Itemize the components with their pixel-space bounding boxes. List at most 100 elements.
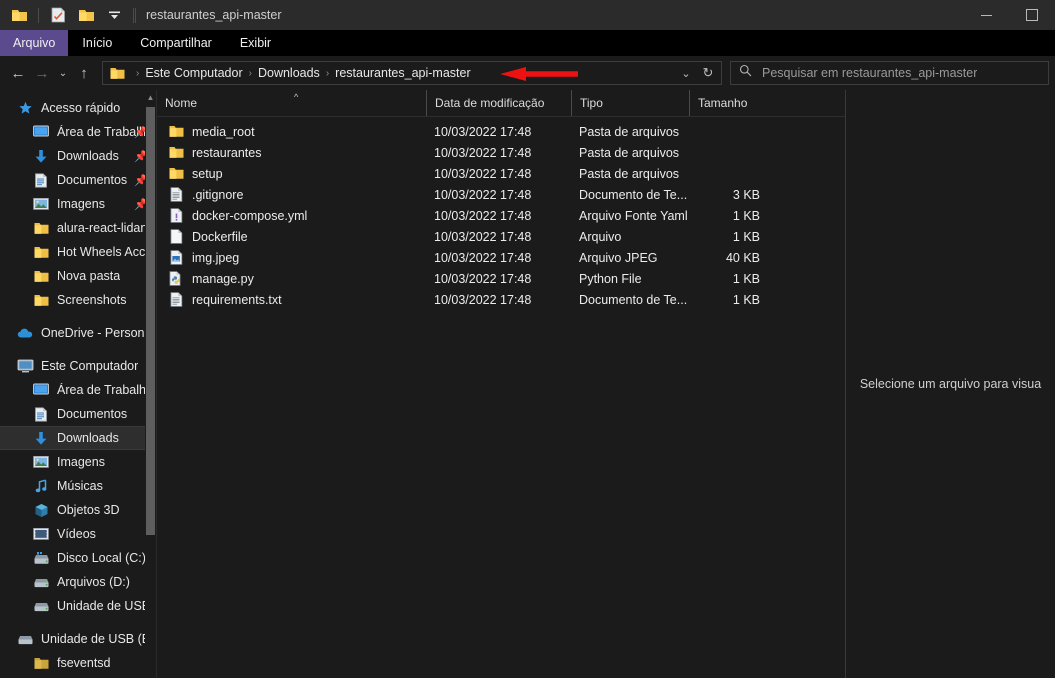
textfile-icon [168, 292, 184, 308]
table-row[interactable]: restaurantes 10/03/2022 17:48 Pasta de a… [157, 142, 845, 163]
objects3d-icon [32, 502, 50, 518]
sidebar-item-nova-pasta[interactable]: Nova pasta [0, 264, 156, 288]
table-row[interactable]: manage.py 10/03/2022 17:48 Python File 1… [157, 268, 845, 289]
file-name-cell[interactable]: media_root [157, 124, 426, 140]
column-header-row: Nome ^ Data de modificação Tipo Tamanho [157, 90, 845, 117]
breadcrumb[interactable]: › Este Computador › Downloads › restaura… [102, 61, 722, 85]
sidebar-item-pc-area-de-trabalho[interactable]: Área de Trabalho [0, 378, 156, 402]
breadcrumb-separator[interactable]: › [323, 68, 332, 79]
file-name-cell[interactable]: setup [157, 166, 426, 182]
forward-button[interactable]: → [30, 60, 54, 86]
tab-exibir[interactable]: Exibir [226, 30, 285, 56]
desktop-icon [32, 382, 50, 398]
file-size: 40 KB [725, 250, 760, 265]
textfile-icon [168, 187, 184, 203]
sidebar-item-disco-local-c[interactable]: Disco Local (C:) [0, 546, 156, 570]
sidebar-label: Área de Trabalho [57, 383, 153, 397]
table-row[interactable]: .gitignore 10/03/2022 17:48 Documento de… [157, 184, 845, 205]
table-row[interactable]: setup 10/03/2022 17:48 Pasta de arquivos [157, 163, 845, 184]
file-name-cell[interactable]: img.jpeg [157, 250, 426, 266]
pictures-icon [32, 196, 50, 212]
sidebar-item-screenshots[interactable]: Screenshots [0, 288, 156, 312]
refresh-icon[interactable]: ↻ [697, 65, 719, 81]
chevron-down-icon[interactable] [101, 2, 127, 28]
sidebar-item-pc-imagens[interactable]: Imagens [0, 450, 156, 474]
sidebar-item-pc-videos[interactable]: Vídeos [0, 522, 156, 546]
sidebar-item-pc-downloads[interactable]: Downloads [0, 426, 156, 450]
file-name-cell[interactable]: .gitignore [157, 187, 426, 203]
download-icon [32, 430, 50, 446]
up-button[interactable]: ↑ [72, 60, 96, 86]
table-row[interactable]: img.jpeg 10/03/2022 17:48 Arquivo JPEG 4… [157, 247, 845, 268]
file-name-cell[interactable]: requirements.txt [157, 292, 426, 308]
breadcrumb-separator[interactable]: › [246, 68, 255, 79]
folder-icon[interactable] [73, 2, 99, 28]
table-row[interactable]: media_root 10/03/2022 17:48 Pasta de arq… [157, 121, 845, 142]
sidebar-section-este-computador[interactable]: Este Computador [0, 354, 156, 378]
file-name-cell[interactable]: Dockerfile [157, 229, 426, 245]
table-row[interactable]: docker-compose.yml 10/03/2022 17:48 Arqu… [157, 205, 845, 226]
tab-inicio[interactable]: Início [68, 30, 126, 56]
tab-compartilhar[interactable]: Compartilhar [126, 30, 226, 56]
sidebar-label: Imagens [57, 197, 105, 211]
sidebar-label: Unidade de USB (E:) [57, 599, 156, 613]
sidebar-section-onedrive[interactable]: OneDrive - Personal [0, 321, 156, 345]
videos-icon [32, 526, 50, 542]
file-name-cell[interactable]: manage.py [157, 271, 426, 287]
file-date: 10/03/2022 17:48 [434, 292, 532, 307]
sidebar-item-pc-objetos-3d[interactable]: Objetos 3D [0, 498, 156, 522]
sidebar-item-hot-wheels[interactable]: Hot Wheels AcceleR [0, 240, 156, 264]
breadcrumb-dropdown-icon[interactable]: ⌄ [675, 67, 697, 80]
file-rows: media_root 10/03/2022 17:48 Pasta de arq… [157, 117, 845, 678]
column-header-tipo[interactable]: Tipo [571, 90, 689, 116]
table-row[interactable]: requirements.txt 10/03/2022 17:48 Docume… [157, 289, 845, 310]
breadcrumb-item-computer[interactable]: Este Computador [142, 66, 245, 80]
documents-icon [32, 406, 50, 422]
sidebar-item-alura-react[interactable]: alura-react-lidando- [0, 216, 156, 240]
sidebar-section-quick-access[interactable]: Acesso rápido [0, 96, 156, 120]
sidebar-label: Downloads [57, 431, 119, 445]
tab-arquivo[interactable]: Arquivo [0, 30, 69, 56]
desktop-icon [32, 124, 50, 140]
search-input[interactable]: Pesquisar em restaurantes_api-master [730, 61, 1049, 85]
checklist-icon[interactable] [45, 2, 71, 28]
python-icon [168, 271, 184, 287]
file-name: .gitignore [192, 187, 244, 202]
column-header-tamanho[interactable]: Tamanho [689, 90, 769, 116]
sidebar-item-documentos[interactable]: Documentos 📌 [0, 168, 156, 192]
sidebar-label: Disco Local (C:) [57, 551, 146, 565]
sidebar-item-fseventsd[interactable]: fseventsd [0, 651, 156, 675]
sidebar-item-area-de-trabalho[interactable]: Área de Trabalho 📌 [0, 120, 156, 144]
minimize-button[interactable] [963, 0, 1009, 30]
folder-icon[interactable] [6, 2, 32, 28]
sidebar-item-unidade-usb-e[interactable]: Unidade de USB (E:) [0, 594, 156, 618]
maximize-button[interactable] [1009, 0, 1055, 30]
back-button[interactable]: ← [6, 60, 30, 86]
sidebar-item-arquivos-d[interactable]: Arquivos (D:) [0, 570, 156, 594]
sidebar-item-imagens[interactable]: Imagens 📌 [0, 192, 156, 216]
pictures-icon [32, 454, 50, 470]
sidebar-section-unidade-usb[interactable]: Unidade de USB (E:) [0, 627, 156, 651]
sidebar-item-pc-musicas[interactable]: Músicas [0, 474, 156, 498]
file-type: Arquivo Fonte Yaml [579, 208, 688, 223]
breadcrumb-item-current[interactable]: restaurantes_api-master [332, 66, 473, 80]
sidebar-label: Nova pasta [57, 269, 121, 283]
recent-locations-button[interactable]: ⌄ [54, 60, 72, 86]
table-row[interactable]: Dockerfile 10/03/2022 17:48 Arquivo 1 KB [157, 226, 845, 247]
scrollbar-thumb[interactable] [146, 107, 155, 535]
breadcrumb-item-downloads[interactable]: Downloads [255, 66, 323, 80]
scroll-up-icon[interactable]: ▲ [145, 90, 156, 104]
folder-icon [32, 220, 50, 236]
sidebar-item-downloads[interactable]: Downloads 📌 [0, 144, 156, 168]
file-name-cell[interactable]: restaurantes [157, 145, 426, 161]
file-name-cell[interactable]: docker-compose.yml [157, 208, 426, 224]
sidebar-label: Objetos 3D [57, 503, 120, 517]
column-header-data[interactable]: Data de modificação [426, 90, 571, 116]
file-name: setup [192, 166, 223, 181]
file-size: 1 KB [732, 208, 760, 223]
file-date: 10/03/2022 17:48 [434, 124, 532, 139]
sidebar-scrollbar[interactable]: ▲ [145, 90, 156, 678]
column-label: Tipo [580, 96, 603, 110]
sidebar-item-pc-documentos[interactable]: Documentos [0, 402, 156, 426]
column-header-nome[interactable]: Nome ^ [157, 90, 426, 116]
